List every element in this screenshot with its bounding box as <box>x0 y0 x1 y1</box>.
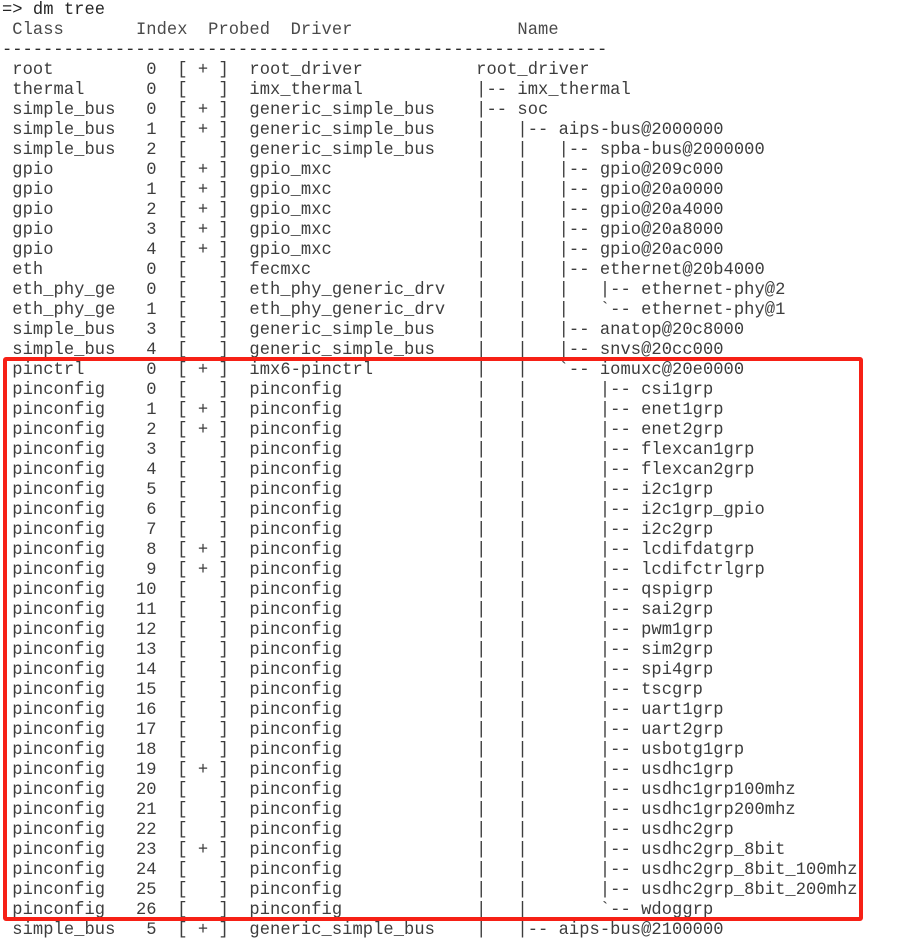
table-row: pinconfig 26 [ ] pinconfig | | `-- wdogg… <box>2 901 714 920</box>
table-row: gpio 2 [ + ] gpio_mxc | | |-- gpio@20a40… <box>2 201 724 220</box>
table-body: root 0 [ + ] root_driver root_driver the… <box>2 61 924 941</box>
table-row: pinconfig 17 [ ] pinconfig | | |-- uart2… <box>2 721 724 740</box>
table-row: pinctrl 0 [ + ] imx6-pinctrl | | `-- iom… <box>2 361 745 380</box>
table-header-separator: ----------------------------------------… <box>2 41 608 60</box>
table-row: gpio 4 [ + ] gpio_mxc | | |-- gpio@20ac0… <box>2 241 724 260</box>
table-row: pinconfig 2 [ + ] pinconfig | | |-- enet… <box>2 421 724 440</box>
table-row: simple_bus 1 [ + ] generic_simple_bus | … <box>2 121 724 140</box>
table-row: pinconfig 9 [ + ] pinconfig | | |-- lcdi… <box>2 561 765 580</box>
table-row: pinconfig 5 [ ] pinconfig | | |-- i2c1gr… <box>2 481 714 500</box>
table-row: gpio 0 [ + ] gpio_mxc | | |-- gpio@209c0… <box>2 161 724 180</box>
table-row: pinconfig 3 [ ] pinconfig | | |-- flexca… <box>2 441 755 460</box>
table-row: eth_phy_ge 1 [ ] eth_phy_generic_drv | |… <box>2 301 786 320</box>
table-row: pinconfig 6 [ ] pinconfig | | |-- i2c1gr… <box>2 501 765 520</box>
table-row: simple_bus 4 [ ] generic_simple_bus | | … <box>2 341 724 360</box>
table-row: simple_bus 2 [ ] generic_simple_bus | | … <box>2 141 765 160</box>
table-row: pinconfig 10 [ ] pinconfig | | |-- qspig… <box>2 581 714 600</box>
table-row: eth_phy_ge 0 [ ] eth_phy_generic_drv | |… <box>2 281 786 300</box>
table-row: pinconfig 4 [ ] pinconfig | | |-- flexca… <box>2 461 755 480</box>
table-row: simple_bus 3 [ ] generic_simple_bus | | … <box>2 321 745 340</box>
table-row: eth 0 [ ] fecmxc | | |-- ethernet@20b400… <box>2 261 765 280</box>
table-row: pinconfig 25 [ ] pinconfig | | |-- usdhc… <box>2 881 858 900</box>
table-row: pinconfig 22 [ ] pinconfig | | |-- usdhc… <box>2 821 734 840</box>
table-row: pinconfig 16 [ ] pinconfig | | |-- uart1… <box>2 701 724 720</box>
terminal-screenshot: => dm tree Class Index Probed Driver Nam… <box>0 0 924 941</box>
table-row: pinconfig 11 [ ] pinconfig | | |-- sai2g… <box>2 601 714 620</box>
table-row: thermal 0 [ ] imx_thermal |-- imx_therma… <box>2 81 631 100</box>
table-row: simple_bus 0 [ + ] generic_simple_bus |-… <box>2 101 549 120</box>
table-row: pinconfig 1 [ + ] pinconfig | | |-- enet… <box>2 401 724 420</box>
table-row: pinconfig 21 [ ] pinconfig | | |-- usdhc… <box>2 801 796 820</box>
table-row: pinconfig 13 [ ] pinconfig | | |-- sim2g… <box>2 641 714 660</box>
table-row: pinconfig 18 [ ] pinconfig | | |-- usbot… <box>2 741 745 760</box>
table-row: pinconfig 15 [ ] pinconfig | | |-- tscgr… <box>2 681 703 700</box>
table-row: pinconfig 0 [ ] pinconfig | | |-- csi1gr… <box>2 381 714 400</box>
table-row: pinconfig 8 [ + ] pinconfig | | |-- lcdi… <box>2 541 755 560</box>
table-row: pinconfig 7 [ ] pinconfig | | |-- i2c2gr… <box>2 521 714 540</box>
table-row: pinconfig 12 [ ] pinconfig | | |-- pwm1g… <box>2 621 714 640</box>
table-row: root 0 [ + ] root_driver root_driver <box>2 61 590 80</box>
table-row: pinconfig 20 [ ] pinconfig | | |-- usdhc… <box>2 781 796 800</box>
terminal-prompt-line: => dm tree <box>2 1 106 20</box>
table-row: pinconfig 23 [ + ] pinconfig | | |-- usd… <box>2 841 786 860</box>
table-row: gpio 1 [ + ] gpio_mxc | | |-- gpio@20a00… <box>2 181 724 200</box>
table-row: gpio 3 [ + ] gpio_mxc | | |-- gpio@20a80… <box>2 221 724 240</box>
table-row: pinconfig 19 [ + ] pinconfig | | |-- usd… <box>2 761 734 780</box>
table-row: simple_bus 5 [ + ] generic_simple_bus | … <box>2 921 724 940</box>
table-header-row: Class Index Probed Driver Name <box>2 21 559 40</box>
terminal-output[interactable]: => dm tree Class Index Probed Driver Nam… <box>0 0 924 941</box>
table-row: pinconfig 14 [ ] pinconfig | | |-- spi4g… <box>2 661 714 680</box>
table-row: pinconfig 24 [ ] pinconfig | | |-- usdhc… <box>2 861 858 880</box>
